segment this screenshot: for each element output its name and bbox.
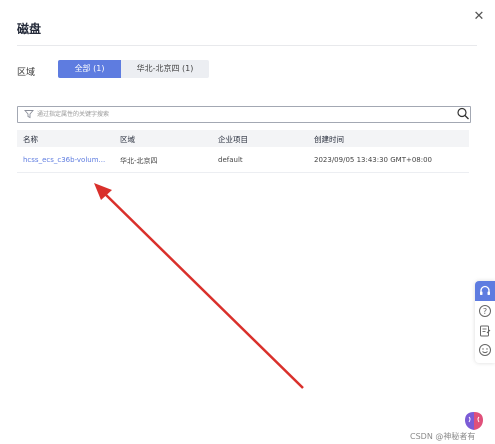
disk-dialog: 磁盘 ✕ 区域 全部 (1) 华北-北京四 (1) 名称 区域 企业项目 创建时… xyxy=(0,0,495,444)
search-input[interactable] xyxy=(37,107,457,122)
svg-text:?: ? xyxy=(483,307,487,316)
tab-all[interactable]: 全部 (1) xyxy=(58,60,121,78)
search-icon[interactable] xyxy=(456,106,470,121)
column-header-created: 创建时间 xyxy=(314,135,344,144)
divider xyxy=(17,45,477,46)
headset-button[interactable] xyxy=(475,281,495,301)
table-header: 名称 区域 企业项目 创建时间 xyxy=(17,130,469,147)
region-filter-label: 区域 xyxy=(17,68,36,78)
close-icon[interactable]: ✕ xyxy=(471,9,487,25)
help-icon[interactable]: ? xyxy=(478,304,492,318)
region-tabs: 全部 (1) 华北-北京四 (1) xyxy=(58,60,209,78)
feedback-icon[interactable] xyxy=(478,324,492,338)
column-header-region: 区域 xyxy=(120,135,135,144)
headset-icon xyxy=(480,285,490,295)
dialog-title: 磁盘 xyxy=(17,22,42,36)
cell-region: 华北-北京四 xyxy=(120,157,158,165)
cell-created: 2023/09/05 13:43:30 GMT+08:00 xyxy=(314,156,433,164)
filter-icon xyxy=(24,110,34,119)
watermark: CSDN @神秘者有 xyxy=(410,432,476,441)
disk-name-link[interactable]: hcss_ecs_c36b-volum... xyxy=(23,156,105,164)
cell-project: default xyxy=(218,156,243,164)
smile-icon[interactable] xyxy=(478,343,492,357)
table-row: hcss_ecs_c36b-volum... 华北-北京四 default 20… xyxy=(17,150,469,173)
brain-logo-icon[interactable] xyxy=(462,410,486,432)
column-header-name: 名称 xyxy=(23,135,38,144)
tab-cn-north-4[interactable]: 华北-北京四 (1) xyxy=(121,60,209,78)
search-box[interactable] xyxy=(17,106,471,123)
column-header-project: 企业项目 xyxy=(218,135,248,144)
